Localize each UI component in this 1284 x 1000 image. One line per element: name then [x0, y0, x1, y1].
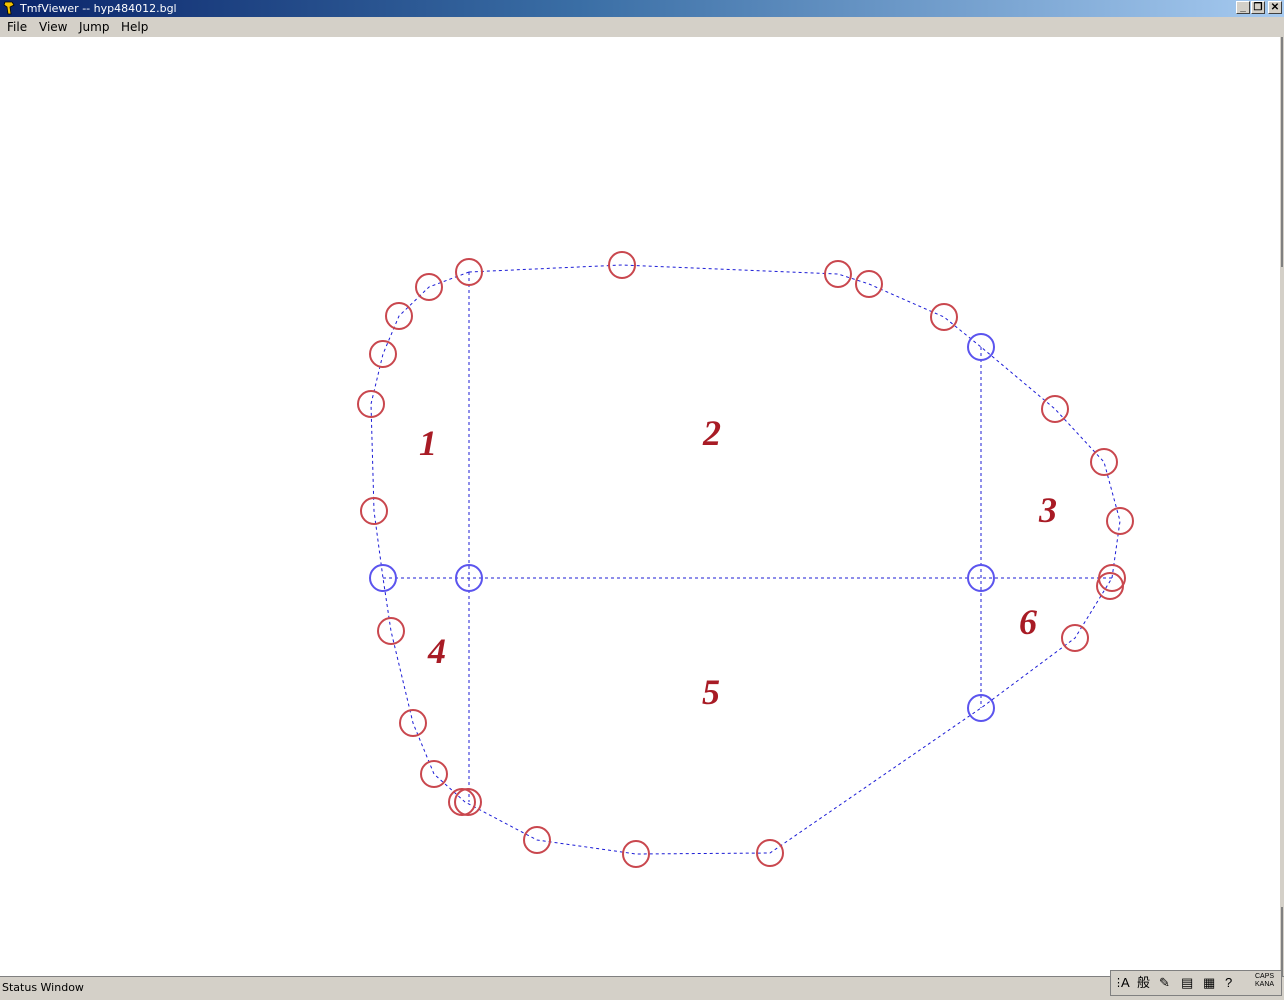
- region-labels: 1 2 3 4 5 6: [419, 413, 1057, 712]
- ime-toolbar[interactable]: ⋮ A 般 ✎ ▤ ▦ ? CAPS KANA: [1110, 970, 1282, 996]
- region-label-1: 1: [419, 423, 437, 463]
- boundary-vertex[interactable]: [420, 760, 448, 788]
- ime-kanji-mode[interactable]: 般: [1137, 973, 1150, 993]
- boundary-vertex[interactable]: [1041, 395, 1069, 423]
- app-icon: [3, 1, 15, 15]
- mesh-canvas[interactable]: 1 2 3 4 5 6: [0, 37, 1280, 976]
- minimize-button[interactable]: _: [1236, 1, 1250, 14]
- boundary-vertex[interactable]: [448, 788, 476, 816]
- kana-label: KANA: [1255, 981, 1275, 988]
- window-controls: _ ❐ ✕: [1235, 1, 1282, 14]
- mesh-boundary: [370, 264, 1121, 855]
- ime-caps-indicator: CAPS KANA: [1255, 973, 1274, 989]
- menu-help[interactable]: Help: [121, 20, 148, 34]
- mesh-edges: [370, 264, 1121, 855]
- boundary-vertex[interactable]: [369, 340, 397, 368]
- mesh-diagram: 1 2 3 4 5 6: [357, 251, 1134, 868]
- region-label-6: 6: [1019, 602, 1037, 642]
- boundary-vertex[interactable]: [377, 617, 405, 645]
- status-bar: Status Window: [0, 976, 1284, 1000]
- ime-pad-icon[interactable]: ✎: [1159, 973, 1170, 993]
- scrollbar-track-mark: [1281, 907, 1283, 976]
- menu-view[interactable]: View: [39, 20, 67, 34]
- menu-bar: File View Jump Help: [0, 17, 1284, 37]
- region-label-2: 2: [702, 413, 721, 453]
- window-title: TmfViewer -- hyp484012.bgl: [20, 2, 177, 15]
- ime-help-icon[interactable]: ?: [1225, 973, 1232, 993]
- ime-properties-icon[interactable]: ▦: [1203, 973, 1215, 993]
- mesh-vertices: [357, 251, 1134, 868]
- ime-input-mode[interactable]: A: [1121, 973, 1130, 993]
- menu-file[interactable]: File: [7, 20, 27, 34]
- vertical-scrollbar[interactable]: [1280, 37, 1284, 976]
- boundary-vertex[interactable]: [454, 788, 482, 816]
- scrollbar-thumb[interactable]: [1281, 37, 1283, 267]
- close-button[interactable]: ✕: [1268, 1, 1282, 14]
- boundary-vertex[interactable]: [1106, 507, 1134, 535]
- status-text: Status Window: [2, 981, 84, 994]
- boundary-vertex[interactable]: [930, 303, 958, 331]
- caps-label: CAPS: [1255, 973, 1275, 980]
- restore-button[interactable]: ❐: [1251, 1, 1265, 14]
- boundary-vertex[interactable]: [1090, 448, 1118, 476]
- title-bar[interactable]: TmfViewer -- hyp484012.bgl _ ❐ ✕: [0, 0, 1284, 17]
- region-label-3: 3: [1038, 490, 1057, 530]
- region-label-4: 4: [427, 631, 446, 671]
- region-label-5: 5: [702, 672, 720, 712]
- menu-jump[interactable]: Jump: [79, 20, 109, 34]
- ime-dictionary-icon[interactable]: ▤: [1181, 973, 1193, 993]
